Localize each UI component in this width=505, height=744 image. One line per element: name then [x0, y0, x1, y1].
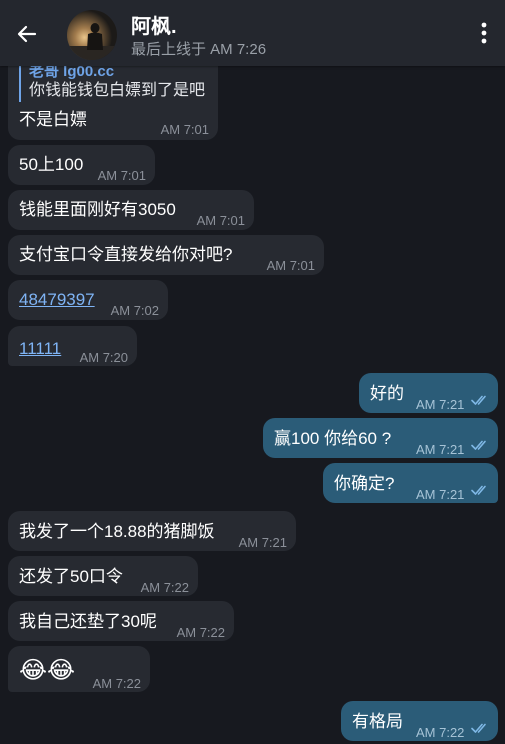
- double-check-icon: [471, 440, 486, 450]
- last-seen-status: 最后上线于 AM 7:26: [131, 41, 267, 58]
- message-bubble-outgoing[interactable]: 好的 AM 7:21: [359, 373, 498, 413]
- message-time: AM 7:22: [92, 676, 141, 691]
- message-bubble-incoming[interactable]: 支付宝口令直接发给你对吧? AM 7:01: [8, 235, 324, 275]
- message-bubble-outgoing[interactable]: 有格局 AM 7:22: [341, 701, 498, 741]
- message-text: 50上100: [19, 155, 84, 174]
- emoji-text: 😂😂: [19, 657, 76, 684]
- more-vertical-icon: [481, 22, 487, 44]
- message-text: 支付宝口令直接发给你对吧?: [19, 245, 233, 264]
- message-bubble-incoming[interactable]: 😂😂 AM 7:22: [8, 646, 150, 692]
- message-bubble-incoming[interactable]: 我发了一个18.88的猪脚饭 AM 7:21: [8, 511, 296, 551]
- message-time: AM 7:20: [79, 350, 128, 365]
- avatar[interactable]: [67, 10, 117, 60]
- double-check-icon: [471, 723, 486, 733]
- message-bubble-outgoing[interactable]: 赢100 你给60 ? AM 7:21: [263, 418, 498, 458]
- message-text: 赢100 你给60 ?: [274, 429, 392, 448]
- message-time: AM 7:21: [238, 535, 287, 550]
- message-time: AM 7:21: [416, 487, 465, 502]
- message-bubble-incoming[interactable]: 48479397 AM 7:02: [8, 280, 168, 320]
- more-options-button[interactable]: [470, 18, 498, 48]
- message-text: 还发了50口令: [19, 567, 123, 586]
- message-time: AM 7:01: [160, 122, 209, 137]
- back-button[interactable]: [12, 19, 42, 49]
- message-link[interactable]: 11111: [19, 338, 61, 360]
- chat-header: 阿枫. 最后上线于 AM 7:26: [0, 0, 505, 66]
- double-check-icon: [471, 395, 486, 405]
- message-time: AM 7:22: [416, 725, 465, 740]
- message-time: AM 7:22: [140, 580, 189, 595]
- message-bubble-outgoing[interactable]: 你确定? AM 7:21: [323, 463, 498, 503]
- chat-screen: 老哥 lg00.cc 你钱能钱包白嫖到了是吧 不是白嫖 AM 7:01 50上1…: [0, 0, 505, 744]
- message-bubble-incoming[interactable]: 还发了50口令 AM 7:22: [8, 556, 198, 596]
- double-check-icon: [471, 485, 486, 495]
- arrow-left-icon: [17, 25, 37, 43]
- reply-quote[interactable]: 老哥 lg00.cc 你钱能钱包白嫖到了是吧: [19, 63, 205, 102]
- message-text: 我发了一个18.88的猪脚饭: [19, 522, 215, 541]
- message-text: 钱能里面刚好有3050: [19, 200, 176, 219]
- message-list[interactable]: 老哥 lg00.cc 你钱能钱包白嫖到了是吧 不是白嫖 AM 7:01 50上1…: [0, 0, 505, 744]
- message-time: AM 7:01: [266, 258, 315, 273]
- message-bubble-incoming[interactable]: 50上100 AM 7:01: [8, 145, 155, 185]
- message-text: 你确定?: [334, 474, 395, 493]
- message-time: AM 7:01: [196, 213, 245, 228]
- message-time: AM 7:01: [97, 168, 146, 183]
- message-link[interactable]: 48479397: [19, 289, 95, 311]
- avatar-image: [67, 10, 117, 60]
- message-text: 不是白嫖: [19, 110, 87, 129]
- message-text: 有格局: [352, 712, 403, 731]
- chat-title[interactable]: 阿枫.: [131, 10, 177, 39]
- message-text: 好的: [370, 384, 404, 403]
- message-bubble-incoming[interactable]: 11111 AM 7:20: [8, 326, 137, 366]
- message-text: 我自己还垫了30呢: [19, 612, 157, 631]
- message-time: AM 7:22: [176, 625, 225, 640]
- reply-text: 你钱能钱包白嫖到了是吧: [29, 82, 206, 99]
- message-time: AM 7:21: [416, 442, 465, 457]
- message-bubble-incoming[interactable]: 钱能里面刚好有3050 AM 7:01: [8, 190, 254, 230]
- message-bubble-incoming[interactable]: 我自己还垫了30呢 AM 7:22: [8, 601, 234, 641]
- message-time: AM 7:21: [416, 397, 465, 412]
- message-time: AM 7:02: [110, 303, 159, 318]
